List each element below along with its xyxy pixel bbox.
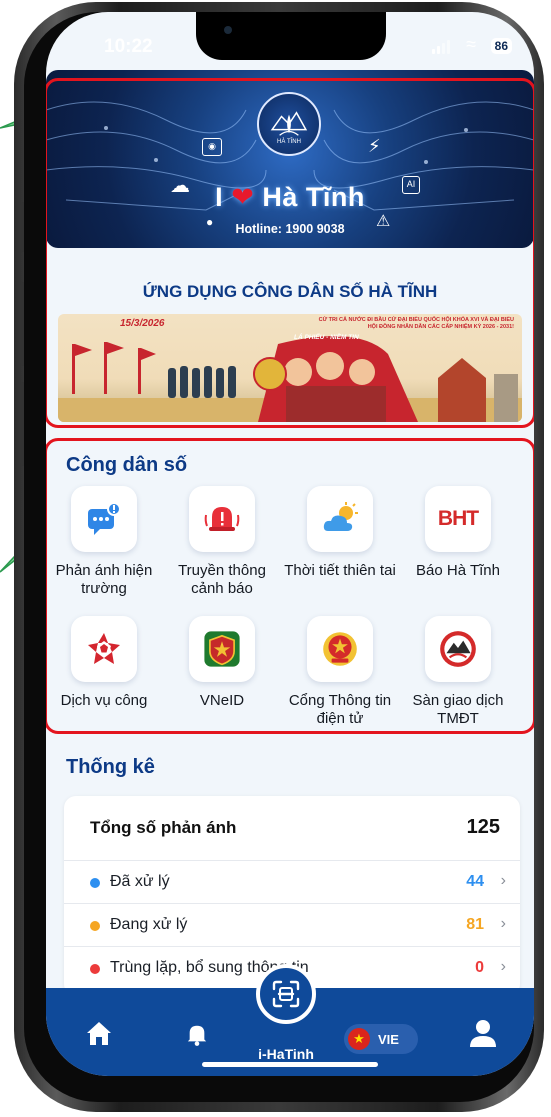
vietnam-flag-icon: ★ (348, 1028, 370, 1050)
scan-icon (272, 980, 300, 1008)
home-indicator[interactable] (202, 1062, 378, 1067)
scan-qr-button[interactable] (256, 964, 316, 1024)
chevron-right-icon: › (500, 915, 506, 932)
status-time: 10:22 (104, 36, 153, 57)
scan-label: i-HaTinh (258, 1046, 314, 1062)
highlight-frame-services (46, 438, 534, 734)
stats-title: Thống kê (66, 756, 155, 778)
status-dot-blue (90, 878, 100, 888)
language-switcher[interactable]: ★ VIE (344, 1024, 418, 1054)
status-dot-red (90, 964, 100, 974)
dynamic-island (196, 12, 386, 60)
stats-row-value: 81 (466, 916, 484, 933)
highlight-frame-banner (46, 78, 534, 428)
stats-row-label: Đang xử lý (110, 916, 188, 933)
stats-total-label: Tổng số phản ánh (90, 818, 237, 837)
signal-icon (432, 40, 450, 54)
stats-total-value: 125 (466, 816, 500, 838)
battery-indicator: 86 (490, 38, 512, 54)
stats-row-label: Đã xử lý (110, 873, 170, 890)
camera-dot (224, 26, 232, 34)
screenshot-stage: 10:22 ≈ 86 HÀ TĨNH ◉ ☁ ⚡ AI ● ⚠ I ❤ Hà T… (0, 0, 551, 1117)
stats-row-value: 44 (466, 873, 484, 890)
stats-row-processed[interactable]: Đã xử lý 44 › (64, 860, 520, 903)
stats-row-processing[interactable]: Đang xử lý 81 › (64, 903, 520, 946)
home-icon[interactable] (84, 1018, 114, 1053)
status-dot-orange (90, 921, 100, 931)
app-screen: 10:22 ≈ 86 HÀ TĨNH ◉ ☁ ⚡ AI ● ⚠ I ❤ Hà T… (46, 12, 534, 1076)
profile-icon[interactable] (468, 1018, 498, 1053)
language-label: VIE (378, 1031, 399, 1047)
status-bar: 10:22 ≈ 86 (46, 12, 534, 82)
chevron-right-icon: › (500, 872, 506, 889)
chevron-right-icon: › (500, 958, 506, 975)
stats-row-value: 0 (475, 959, 484, 976)
bell-icon[interactable] (186, 1022, 208, 1051)
wifi-icon: ≈ (466, 34, 476, 54)
